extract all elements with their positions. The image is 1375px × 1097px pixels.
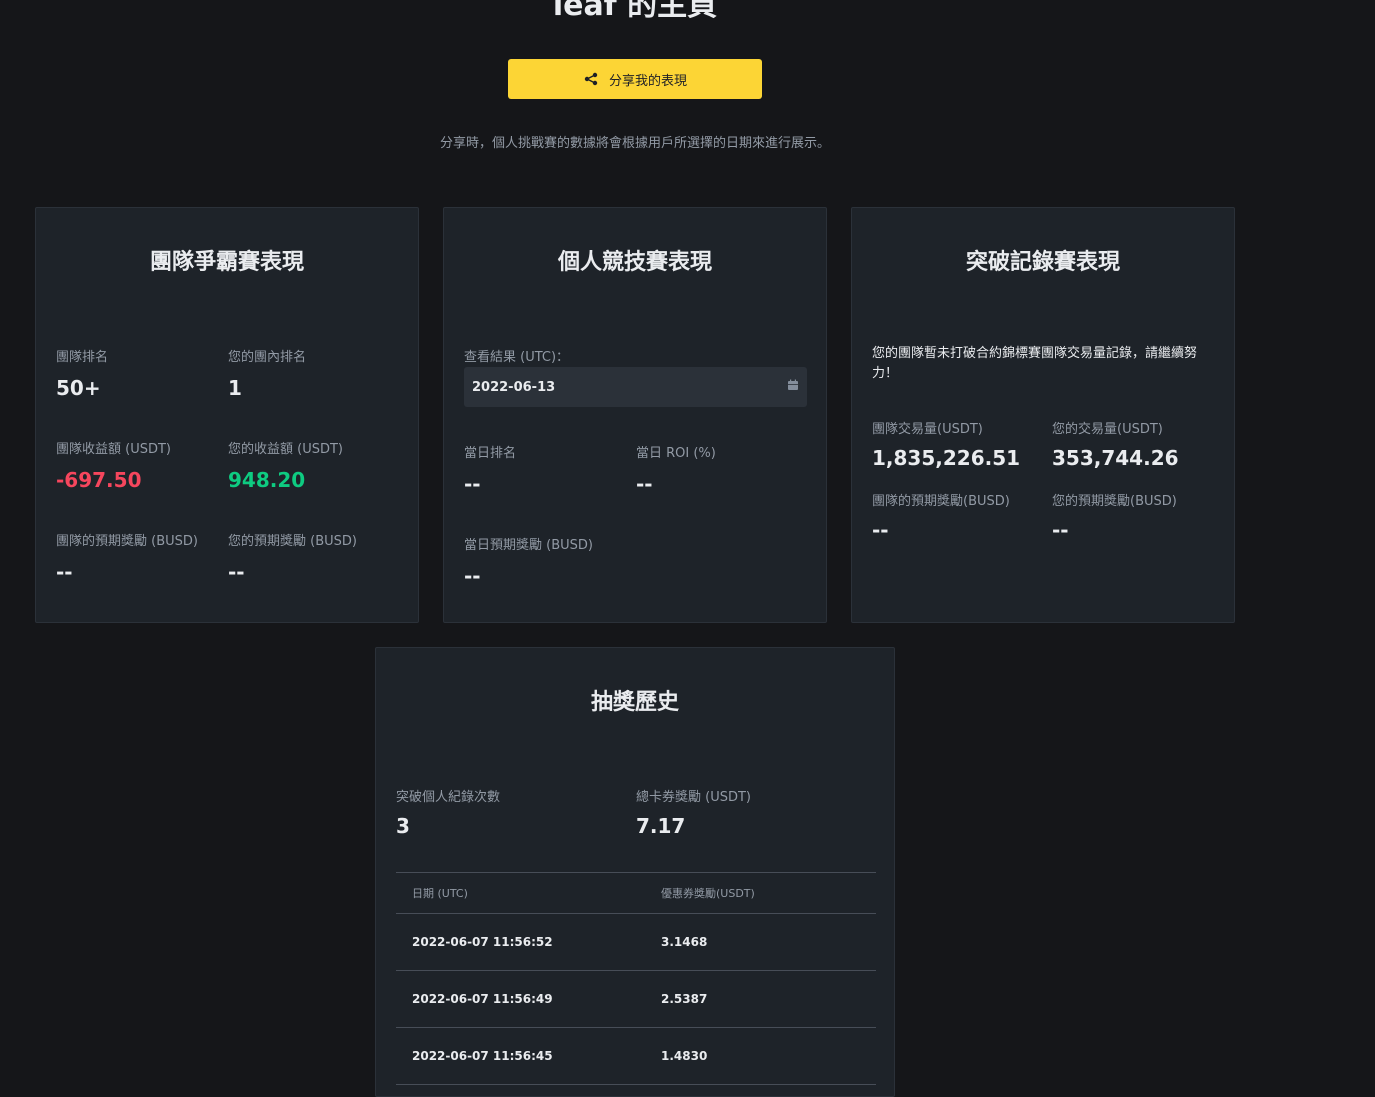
- lottery-card-title: 抽獎歷史: [590, 690, 679, 715]
- break-count-value: 3: [396, 814, 410, 838]
- total-voucher-value: 7.17: [636, 814, 686, 838]
- daily-rank-label: 當日排名: [464, 446, 517, 461]
- individual-card-title: 個人競技賽表現: [557, 250, 712, 275]
- team-performance-card: 團隊爭霸賽表現 團隊排名 50+ 您的團內排名 1 團隊收益額 (USDT) -…: [35, 207, 419, 623]
- row-date: 2022-06-07 11:56:45: [412, 1049, 553, 1063]
- row-date: 2022-06-07 11:56:52: [412, 935, 553, 949]
- daily-roi-label: 當日 ROI (%): [636, 446, 716, 461]
- date-picker-input[interactable]: 2022-06-13: [464, 367, 807, 407]
- share-performance-button[interactable]: 分享我的表現: [508, 59, 762, 99]
- team-reward-value: --: [56, 560, 73, 584]
- my-reward-label: 您的預期獎勵 (BUSD): [228, 534, 357, 549]
- date-picker-label: 查看結果 (UTC)：: [464, 350, 570, 365]
- my-volume-value: 353,744.26: [1052, 446, 1179, 470]
- team-card-title: 團隊爭霸賽表現: [149, 250, 304, 275]
- total-voucher-label: 總卡券獎勵 (USDT): [636, 790, 751, 805]
- my-volume-label: 您的交易量(USDT): [1052, 422, 1163, 437]
- daily-reward-value: --: [464, 564, 481, 588]
- my-pnl-label: 您的收益額 (USDT): [228, 442, 343, 457]
- team-rank-value: 50+: [56, 376, 101, 400]
- table-row: 2022-06-07 11:56:49 2.5387: [396, 971, 876, 1028]
- record-card-title: 突破記錄賽表現: [965, 250, 1120, 275]
- my-pnl-value: 948.20: [228, 468, 306, 492]
- share-note: 分享時，個人挑戰賽的數據將會根據用戶所選擇的日期來進行展示。: [439, 136, 830, 151]
- daily-reward-label: 當日預期獎勵 (BUSD): [464, 538, 593, 553]
- record-my-reward-value: --: [1052, 518, 1069, 542]
- individual-performance-card: 個人競技賽表現 查看結果 (UTC)： 2022-06-13 當日排名 -- 當…: [443, 207, 827, 623]
- row-voucher: 2.5387: [661, 992, 708, 1006]
- team-reward-label: 團隊的預期獎勵 (BUSD): [56, 534, 198, 549]
- row-voucher: 1.4830: [661, 1049, 708, 1063]
- record-team-reward-label: 團隊的預期獎勵(BUSD): [872, 494, 1010, 509]
- break-count-label: 突破個人紀錄次數: [396, 790, 501, 805]
- team-pnl-label: 團隊收益額 (USDT): [56, 442, 171, 457]
- daily-roi-value: --: [636, 472, 653, 496]
- page-title: leaf 的主頁: [552, 0, 718, 23]
- my-rank-label: 您的團內排名: [228, 350, 307, 365]
- column-header-voucher: 優惠券獎勵(USDT): [661, 887, 755, 900]
- record-note: 您的團隊暫未打破合約錦標賽團隊交易量記錄，請繼續努力！: [872, 346, 1198, 381]
- lottery-history-card: 抽獎歷史 突破個人紀錄次數 3 總卡券獎勵 (USDT) 7.17 日期 (UT…: [375, 647, 895, 1097]
- calendar-icon: [787, 379, 799, 395]
- share-icon: [583, 72, 599, 86]
- table-header: 日期 (UTC) 優惠券獎勵(USDT): [396, 872, 876, 914]
- share-button-label: 分享我的表現: [608, 73, 687, 89]
- row-date: 2022-06-07 11:56:49: [412, 992, 553, 1006]
- team-rank-label: 團隊排名: [56, 350, 109, 365]
- team-pnl-value: -697.50: [56, 468, 142, 492]
- team-volume-label: 團隊交易量(USDT): [872, 422, 983, 437]
- column-header-date: 日期 (UTC): [412, 887, 468, 900]
- date-picker-value: 2022-06-13: [472, 379, 556, 395]
- record-breaking-card: 突破記錄賽表現 您的團隊暫未打破合約錦標賽團隊交易量記錄，請繼續努力！ 團隊交易…: [851, 207, 1235, 623]
- table-row: 2022-06-07 11:56:45 1.4830: [396, 1028, 876, 1085]
- row-voucher: 3.1468: [661, 935, 708, 949]
- record-team-reward-value: --: [872, 518, 889, 542]
- my-reward-value: --: [228, 560, 245, 584]
- my-rank-value: 1: [228, 376, 242, 400]
- record-my-reward-label: 您的預期獎勵(BUSD): [1052, 494, 1177, 509]
- daily-rank-value: --: [464, 472, 481, 496]
- team-volume-value: 1,835,226.51: [872, 446, 1021, 470]
- table-row: 2022-06-07 11:56:52 3.1468: [396, 914, 876, 971]
- lottery-history-table: 日期 (UTC) 優惠券獎勵(USDT) 2022-06-07 11:56:52…: [396, 872, 876, 1085]
